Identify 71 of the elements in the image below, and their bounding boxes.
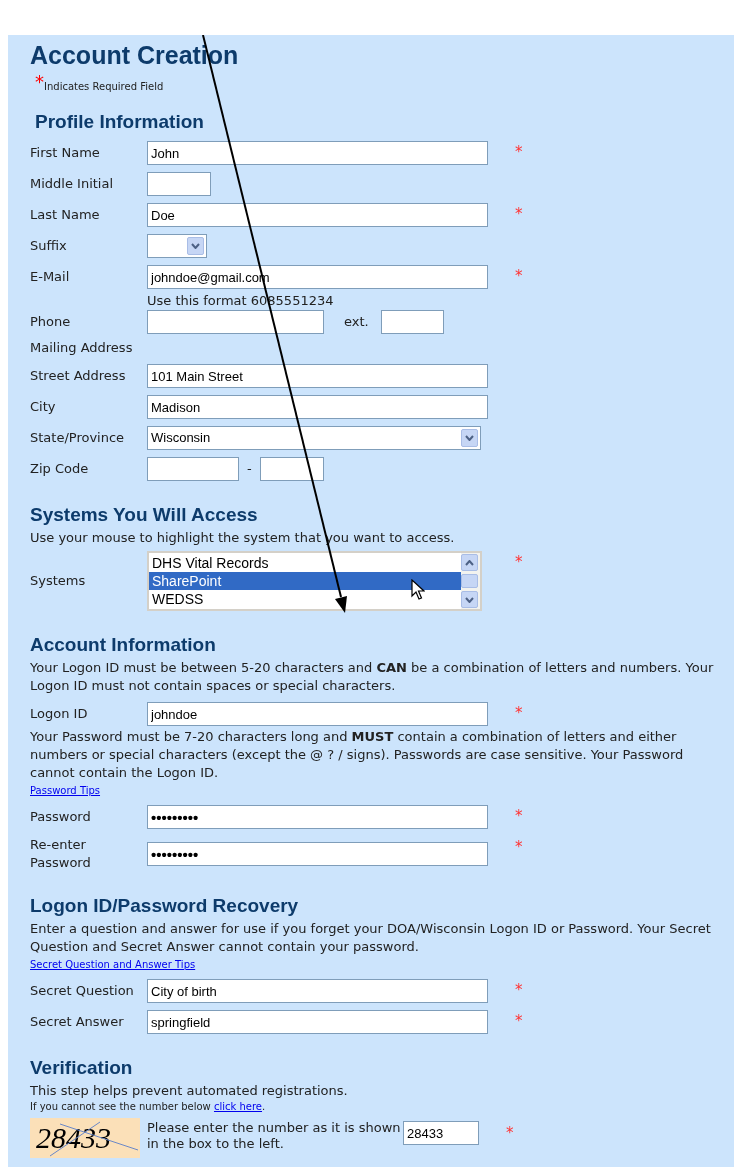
field-label: First Name [30,144,101,162]
section-heading: Verification [30,1056,134,1080]
field-label: State/Province [30,429,126,447]
field-label: Suffix [30,237,68,255]
required-asterisk: * [515,207,523,222]
field-label: Street Address [30,367,127,385]
field-label: Last Name [30,206,101,224]
captcha-instruction: Please enter the number as it is shown in the box to the left. [147,1120,402,1152]
list-option[interactable]: WEDSS [149,590,461,608]
scroll-up-icon[interactable] [461,554,478,571]
scroll-down-icon[interactable] [461,591,478,608]
text-field[interactable]: Madison [147,395,488,419]
help-text: If you cannot see the number below click here. [30,1100,267,1114]
text-field[interactable]: springfield [147,1010,488,1034]
field-label: Zip Code [30,460,90,478]
password-field[interactable]: ••••••••• [147,842,488,866]
dropdown[interactable]: Wisconsin [147,426,481,450]
group-label: Mailing Address [30,340,133,355]
required-asterisk: * [515,840,523,855]
text-field[interactable]: Doe [147,203,488,227]
required-asterisk: * [506,1126,514,1141]
required-asterisk: * [515,809,523,824]
field-label: Secret Answer [30,1013,125,1031]
section-heading: Logon ID/Password Recovery [30,894,300,918]
required-asterisk: * [515,1014,523,1029]
list-option[interactable]: SharePoint [149,572,461,590]
required-asterisk: * [515,983,523,998]
captcha-answer-field[interactable]: 28433 [403,1121,479,1145]
help-link[interactable]: Password Tips [30,785,101,796]
text-field[interactable]: City of birth [147,979,488,1003]
text-field[interactable] [147,172,211,196]
field-label: Middle Initial [30,175,115,193]
zip-field[interactable] [147,457,239,481]
zip-extension-field[interactable] [259,457,324,481]
help-link[interactable]: click here [213,1101,263,1112]
help-link[interactable]: Secret Question and Answer Tips [30,959,196,970]
field-label: Re-enter Password [30,836,92,872]
phone-field[interactable] [147,310,324,334]
extension-field[interactable] [380,310,444,334]
instruction-text: This step helps prevent automated registrations. [30,1082,349,1100]
mouse-pointer-icon [411,579,425,601]
password-field[interactable]: ••••••••• [147,805,488,829]
field-label: Systems [30,572,87,590]
field-label: Logon ID [30,705,89,723]
required-asterisk: * [515,706,523,721]
section-heading: Account Information [30,633,217,657]
required-asterisk: * [515,555,523,570]
required-asterisk: * [515,145,523,160]
instruction-text: Enter a question and answer for use if you forget your DOA/Wisconsin Logon ID or Password. Your Secret Question and Secret Answer cannot contain your password. [30,920,712,956]
system-listbox[interactable]: DHS Vital Records SharePoint WEDSS [147,551,482,611]
text-field[interactable]: 101 Main Street [147,364,488,388]
required-asterisk: * [515,269,523,284]
instruction-text: Your Logon ID must be between 5-20 characters and CAN be a combination of letters and numbers. Your Logon ID must not contain spaces or special characters. [30,659,715,695]
scroll-thumb[interactable] [461,574,478,588]
required-note: Indicates Required Field [44,80,164,94]
captcha-image: 28433 [30,1118,140,1158]
field-label: ext. [344,313,369,332]
field-label: City [30,398,57,416]
required-asterisk: * [35,73,44,91]
list-option[interactable]: DHS Vital Records [149,554,461,572]
section-heading: Systems You Will Access [30,503,259,527]
instruction-text: Your Password must be 7-20 characters long and MUST contain a combination of letters and either numbers or special characters (except the @ ? / signs). Passwords are case sensitive. Your Password cannot contain the Logon ID. [30,728,685,782]
dropdown[interactable] [147,234,207,258]
separator-text: - [247,460,252,479]
text-field[interactable]: John [147,141,488,165]
section-heading: Profile Information [34,110,205,134]
text-field[interactable]: johndoe [147,702,488,726]
field-label: Phone [30,313,72,331]
field-label: Password [30,808,92,826]
field-label: Secret Question [30,982,135,1000]
field-label: E-Mail [30,268,71,286]
